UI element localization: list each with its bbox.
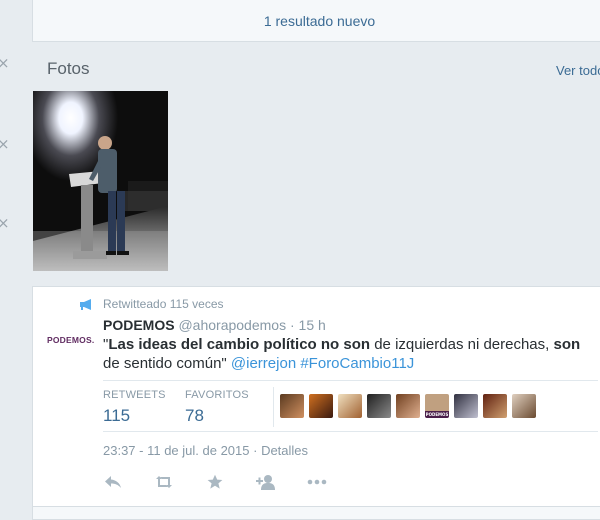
favorite-button[interactable] xyxy=(205,473,225,491)
follow-icon xyxy=(256,475,275,490)
details-link[interactable]: Detalles xyxy=(261,443,308,458)
favorites-label: FAVORITOS xyxy=(185,389,249,401)
avatar[interactable] xyxy=(396,394,420,418)
retweet-count-label: Retwitteado 115 veces xyxy=(103,297,224,311)
reply-button[interactable] xyxy=(103,473,123,491)
avatar[interactable]: PODEMOS xyxy=(425,394,449,418)
retweets-value: 115 xyxy=(103,406,131,425)
see-all-link[interactable]: Ver todo xyxy=(556,63,600,78)
text-bold-2: son xyxy=(553,336,581,353)
text-bold-1: Las ideas del cambio político no son xyxy=(108,336,371,353)
avatar[interactable] xyxy=(512,394,536,418)
retweet-button[interactable] xyxy=(154,473,174,491)
text-plain-1: de izquierdas ni derechas, xyxy=(370,336,554,353)
stats-divider xyxy=(273,387,274,427)
timestamp-text[interactable]: 23:37 - 11 de jul. de 2015 xyxy=(103,443,250,458)
author-username[interactable]: @ahorapodemos xyxy=(178,317,286,333)
tweet-header: PODEMOS @ahorapodemos · 15 h xyxy=(103,317,326,333)
photo-thumbnail[interactable] xyxy=(33,91,168,271)
favorites-value: 78 xyxy=(185,406,204,425)
retweet-icon xyxy=(156,476,172,488)
favorites-stat[interactable]: FAVORITOS 78 xyxy=(185,389,249,426)
mention-link[interactable]: @ierrejon xyxy=(231,355,296,372)
tweet-text: "Las ideas del cambio político no son de… xyxy=(103,335,593,373)
tweet-stats: RETWEETS 115 FAVORITOS 78 PODEMOS xyxy=(103,380,598,432)
close-icon[interactable]: × xyxy=(0,216,10,231)
favorite-icon xyxy=(207,474,223,489)
avatar-label: PODEMOS xyxy=(425,412,449,417)
tweet-time[interactable]: 15 h xyxy=(299,317,326,333)
more-icon xyxy=(307,479,327,485)
text-plain-2: de sentido común" xyxy=(103,355,231,372)
hashtag-link[interactable]: #ForoCambio11J xyxy=(300,355,414,372)
promoted-icon xyxy=(80,298,91,310)
author-fullname[interactable]: PODEMOS xyxy=(103,317,175,333)
retweets-stat[interactable]: RETWEETS 115 xyxy=(103,389,166,426)
close-icon[interactable]: × xyxy=(0,56,10,71)
timestamp-separator: · xyxy=(249,443,262,458)
close-icon[interactable]: × xyxy=(0,137,10,152)
avatar[interactable] xyxy=(483,394,507,418)
new-results-bar[interactable]: 1 resultado nuevo xyxy=(32,0,600,42)
reply-icon xyxy=(105,476,121,488)
more-button[interactable] xyxy=(307,473,327,491)
avatar[interactable] xyxy=(367,394,391,418)
avatar[interactable] xyxy=(454,394,478,418)
follow-button[interactable] xyxy=(256,473,276,491)
retweeter-avatars: PODEMOS xyxy=(280,394,541,418)
retweet-context: Retwitteado 115 veces xyxy=(80,296,224,312)
retweets-label: RETWEETS xyxy=(103,389,166,401)
podemos-logo[interactable]: PODEMOS. xyxy=(47,335,97,349)
tweet-timestamp: 23:37 - 11 de jul. de 2015 · Detalles xyxy=(103,443,308,458)
tweet-footer-strip xyxy=(32,506,600,520)
tweet-actions xyxy=(103,472,358,492)
avatar[interactable] xyxy=(309,394,333,418)
speaker-photo xyxy=(33,91,168,271)
photos-title: Fotos xyxy=(47,59,90,78)
avatar[interactable] xyxy=(338,394,362,418)
avatar[interactable] xyxy=(280,394,304,418)
separator-dot: · xyxy=(289,317,295,333)
